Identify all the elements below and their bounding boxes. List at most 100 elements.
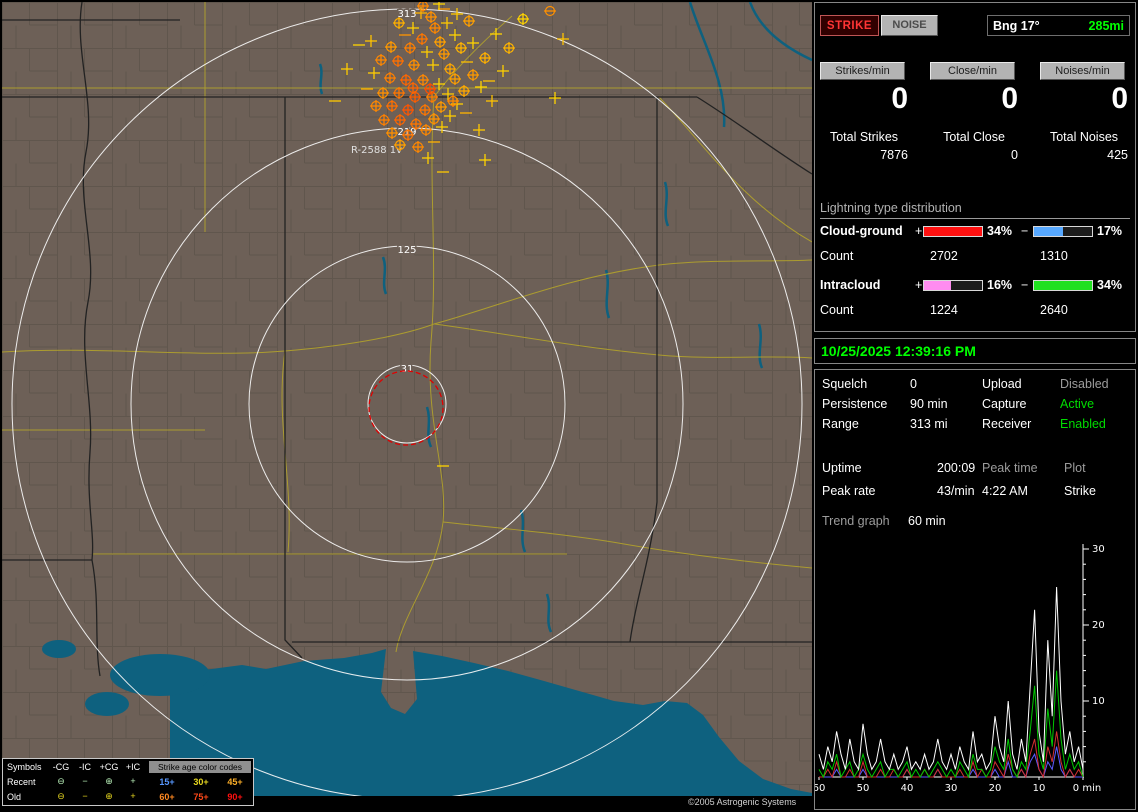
legend-col-pic: +IC (121, 762, 145, 772)
svg-text:20: 20 (989, 783, 1002, 794)
legend-old-label: Old (7, 792, 21, 802)
squelch-value: 0 (910, 377, 917, 391)
total-strikes-label: Total Strikes (820, 130, 908, 144)
ring-label: 31 (401, 364, 414, 375)
receiver-status: Enabled (1060, 417, 1106, 431)
old-nic-icon: − (73, 791, 97, 802)
recent-pcg-icon: ⊕ (97, 776, 121, 787)
total-strikes-value: 7876 (820, 148, 908, 162)
stats-panel: STRIKE NOISE Bng 17° 285mi Strikes/min C… (814, 2, 1136, 332)
recent-nic-icon: − (73, 776, 97, 787)
cg-positive-pct: 34% (987, 224, 1012, 238)
distribution-title: Lightning type distribution (820, 201, 1130, 219)
legend-col-pcg: +CG (97, 762, 121, 772)
persistence-value: 90 min (910, 397, 948, 411)
cg-negative-pct: 17% (1097, 224, 1122, 238)
age-90: 90+ (221, 792, 249, 802)
noise-toggle-button[interactable]: NOISE (881, 15, 938, 36)
total-close-label: Total Close (930, 130, 1018, 144)
plot-label: Plot (1064, 461, 1086, 475)
ic-positive-pct: 16% (987, 278, 1012, 292)
age-45: 45+ (221, 777, 249, 787)
peak-time-value: 4:22 AM (982, 484, 1028, 498)
plus-sign: + (915, 224, 922, 238)
cg-positive-count: 2702 (930, 249, 958, 263)
legend-recent-label: Recent (7, 777, 36, 787)
cg-count-label: Count (820, 249, 853, 263)
age-15: 15+ (153, 777, 181, 787)
svg-text:10: 10 (1092, 696, 1105, 707)
peak-time-label: Peak time (982, 461, 1038, 475)
legend-symbols-label: Symbols (7, 762, 42, 772)
peak-rate-value: 43/min (937, 484, 975, 498)
bearing-display: Bng 17° 285mi (987, 15, 1130, 36)
legend-col-nic: -IC (73, 762, 97, 772)
svg-text:10: 10 (1033, 783, 1046, 794)
receiver-label: Receiver (982, 417, 1031, 431)
age-30: 30+ (187, 777, 215, 787)
ic-positive-count: 1224 (930, 303, 958, 317)
cloud-ground-label: Cloud-ground (820, 224, 903, 238)
uptime-value: 200:09 (937, 461, 975, 475)
upload-status: Disabled (1060, 377, 1109, 391)
ic-count-label: Count (820, 303, 853, 317)
minus-sign: − (1021, 224, 1028, 238)
datetime-panel: 10/25/2025 12:39:16 PM (814, 338, 1136, 364)
svg-text:40: 40 (901, 783, 914, 794)
total-noises-label: Total Noises (1040, 130, 1128, 144)
age-75: 75+ (187, 792, 215, 802)
app-window: 313 219 125 31 R-2588 1v Symbols -CG -IC… (0, 0, 1138, 812)
datetime-display: 10/25/2025 12:39:16 PM (821, 343, 976, 359)
plot-value: Strike (1064, 484, 1096, 498)
bearing-range: 285mi (1089, 19, 1124, 33)
ic-positive-gauge (923, 280, 983, 291)
peak-rate-label: Peak rate (822, 484, 876, 498)
old-pcg-icon: ⊕ (97, 791, 121, 802)
cg-negative-count: 1310 (1040, 249, 1068, 263)
trend-graph: 3020106050403020100 min (815, 538, 1135, 804)
station-label: R-2588 1v (351, 145, 402, 156)
map-canvas[interactable]: 313 219 125 31 R-2588 1v (2, 2, 812, 796)
svg-text:30: 30 (1092, 544, 1105, 555)
strike-toggle-button[interactable]: STRIKE (820, 15, 879, 36)
old-ncg-icon: ⊖ (49, 791, 73, 802)
bearing-label: Bng 17° (993, 19, 1040, 33)
legend-age-title: Strike age color codes (149, 761, 251, 773)
cg-positive-gauge (923, 226, 983, 237)
plus-sign: + (915, 278, 922, 292)
svg-text:20: 20 (1092, 620, 1105, 631)
minus-sign: − (1021, 278, 1028, 292)
recent-ncg-icon: ⊖ (49, 776, 73, 787)
capture-label: Capture (982, 397, 1026, 411)
symbol-legend: Symbols -CG -IC +CG +IC Strike age color… (2, 758, 254, 806)
svg-text:60: 60 (815, 783, 825, 794)
ic-negative-count: 2640 (1040, 303, 1068, 317)
noises-rate-value: 0 (1040, 84, 1128, 114)
intracloud-label: Intracloud (820, 278, 880, 292)
ring-label: 219 (397, 127, 416, 138)
close-rate-value: 0 (930, 84, 1018, 114)
map-svg: 313 219 125 31 R-2588 1v (2, 2, 812, 796)
trend-window-value: 60 min (908, 514, 946, 528)
ring-label: 125 (397, 245, 416, 256)
legend-col-ncg: -CG (49, 762, 73, 772)
svg-text:50: 50 (857, 783, 870, 794)
strikes-per-min-button[interactable]: Strikes/min (820, 62, 905, 80)
trend-graph-label: Trend graph (822, 514, 890, 528)
ic-negative-pct: 34% (1097, 278, 1122, 292)
svg-text:30: 30 (945, 783, 958, 794)
noises-per-min-button[interactable]: Noises/min (1040, 62, 1125, 80)
recent-pic-icon: + (121, 776, 145, 787)
squelch-label: Squelch (822, 377, 867, 391)
copyright-text: ©2005 Astrogenic Systems (688, 797, 796, 807)
status-panel: Squelch 0 Upload Disabled Persistence 90… (814, 369, 1136, 810)
close-per-min-button[interactable]: Close/min (930, 62, 1015, 80)
old-pic-icon: + (121, 791, 145, 802)
ic-negative-gauge (1033, 280, 1093, 291)
persistence-label: Persistence (822, 397, 887, 411)
uptime-label: Uptime (822, 461, 862, 475)
age-60: 60+ (153, 792, 181, 802)
cg-negative-gauge (1033, 226, 1093, 237)
upload-label: Upload (982, 377, 1022, 391)
range-value: 313 mi (910, 417, 948, 431)
